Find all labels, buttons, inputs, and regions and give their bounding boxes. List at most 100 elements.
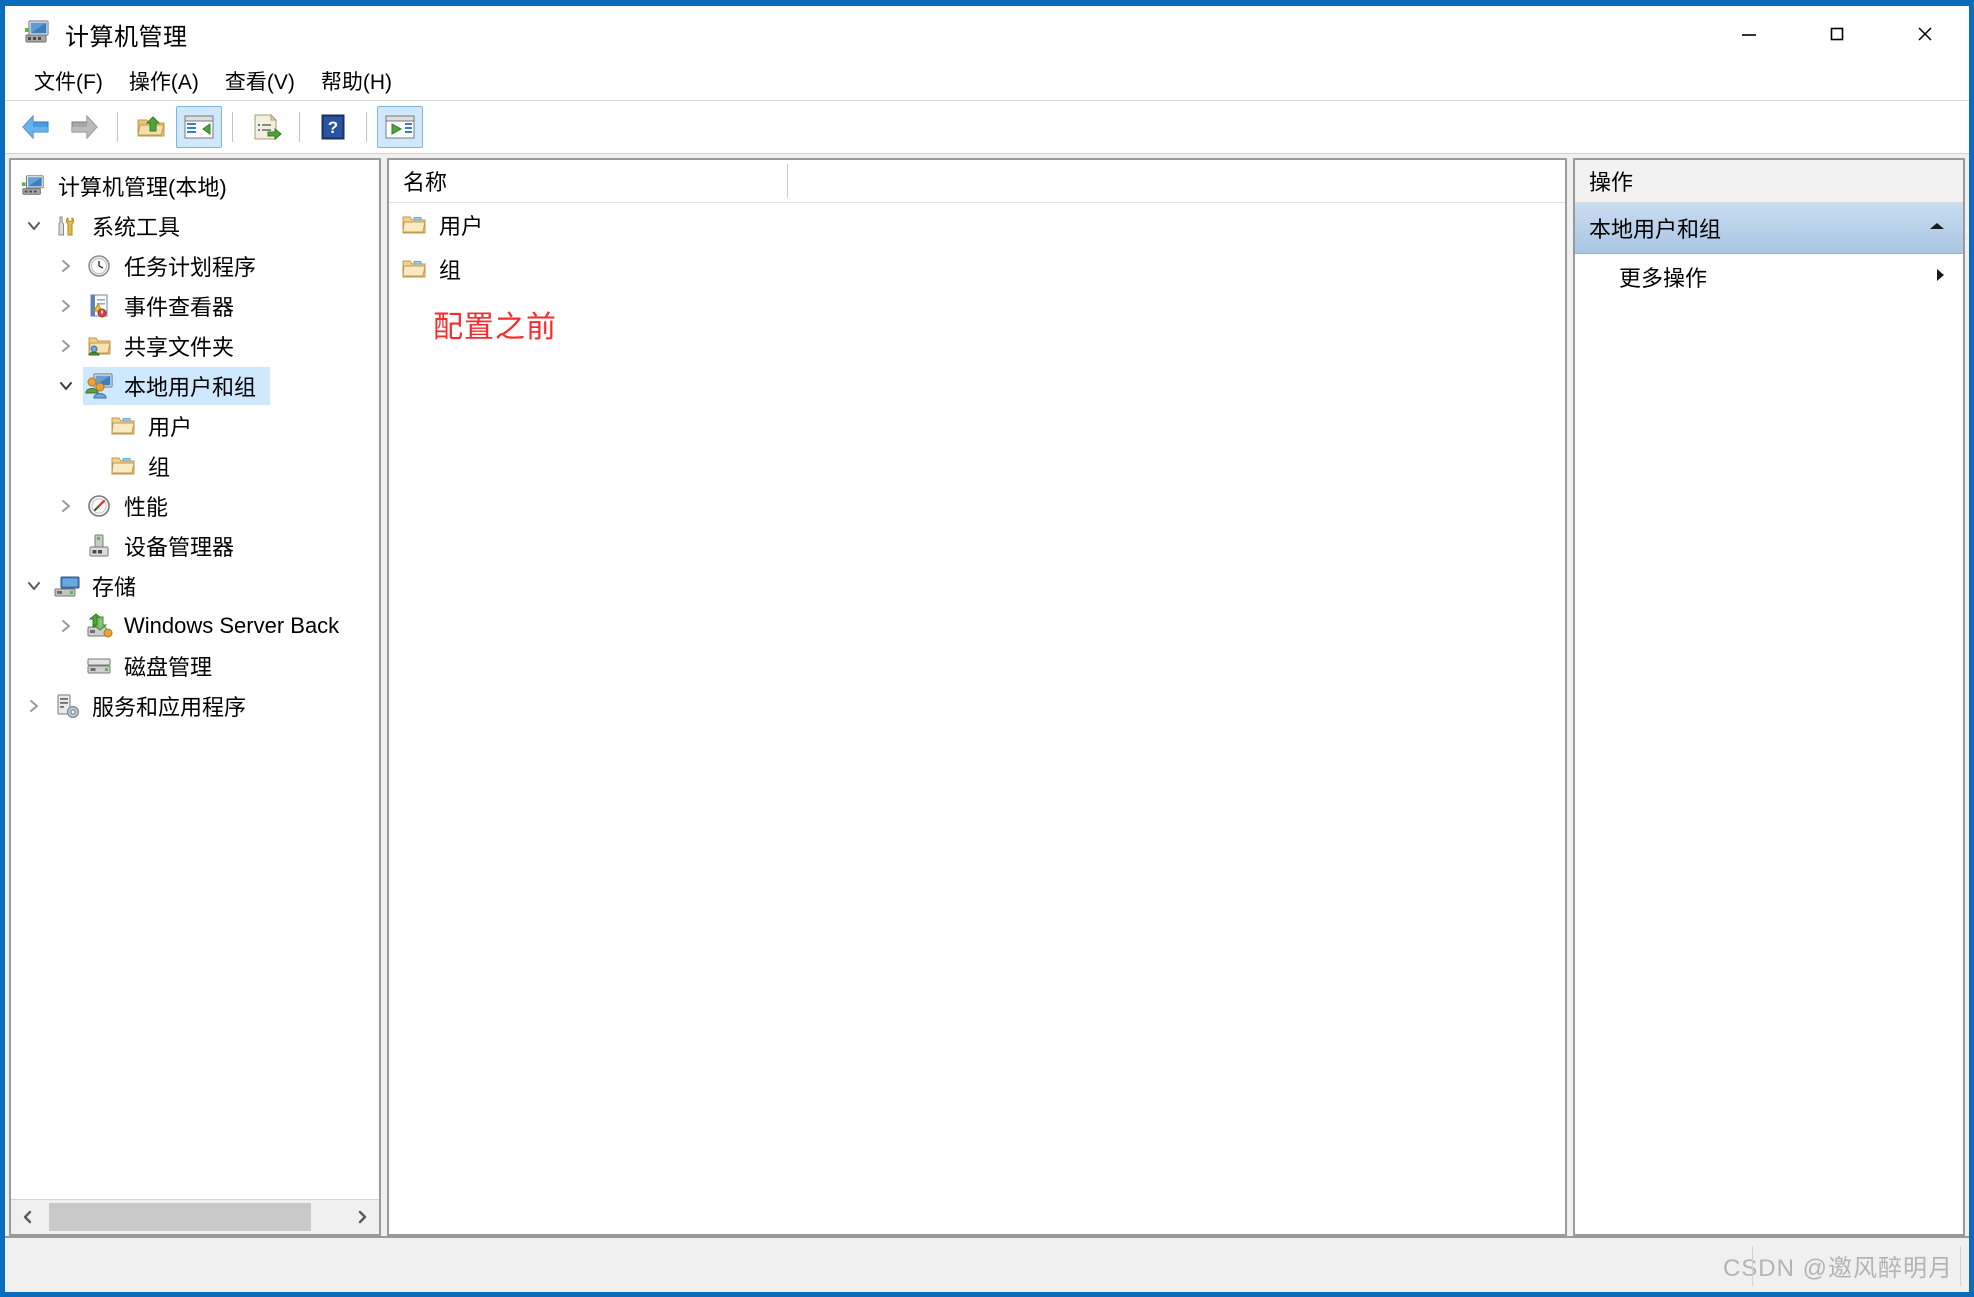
toolbar-separator bbox=[366, 112, 367, 142]
menu-file[interactable]: 文件(F) bbox=[21, 63, 116, 99]
svg-text:?: ? bbox=[328, 118, 338, 137]
computer-management-icon bbox=[17, 171, 49, 201]
tree-item-services-and-applications[interactable]: 服务和应用程序 bbox=[11, 686, 379, 726]
watermark-text: CSDN @邀风醉明月 bbox=[1722, 1254, 1953, 1282]
toolbar: ? bbox=[5, 101, 1969, 154]
tree-item-disk-management[interactable]: 磁盘管理 bbox=[11, 646, 379, 686]
folder-icon bbox=[401, 214, 427, 236]
scrollbar-thumb[interactable] bbox=[49, 1203, 311, 1231]
help-button[interactable]: ? bbox=[310, 106, 356, 148]
computer-management-window: 计算机管理 文件(F) 操作(A) 查看(V) 帮助(H) ? 计算机管理(本地… bbox=[0, 0, 1974, 1297]
device-manager-icon bbox=[83, 531, 115, 561]
export-list-button[interactable] bbox=[243, 106, 289, 148]
menu-view[interactable]: 查看(V) bbox=[212, 63, 308, 99]
actions-pane: 操作 本地用户和组 更多操作 bbox=[1573, 158, 1965, 1236]
console-tree: 计算机管理(本地) 系统工具 任务计划程序 事件查看器 共享文件夹 本地用户和组… bbox=[11, 160, 379, 1199]
chevron-right-icon[interactable] bbox=[1933, 266, 1947, 289]
folder-icon bbox=[107, 451, 139, 481]
show-hide-console-tree-button[interactable] bbox=[176, 106, 222, 148]
tree-item-label: 本地用户和组 bbox=[124, 375, 257, 400]
forward-button[interactable] bbox=[61, 106, 107, 148]
action-more-actions[interactable]: 更多操作 bbox=[1575, 254, 1963, 300]
list-item[interactable]: 组 bbox=[389, 247, 1565, 291]
tree-item-storage[interactable]: 存储 bbox=[11, 566, 379, 606]
tree-item-label: 任务计划程序 bbox=[124, 255, 257, 280]
tree-item-task-scheduler[interactable]: 任务计划程序 bbox=[11, 246, 379, 286]
chevron-right-icon[interactable] bbox=[49, 497, 83, 515]
tree-item-label: 设备管理器 bbox=[124, 535, 235, 560]
action-item-label: 更多操作 bbox=[1619, 266, 1708, 291]
scroll-left-button[interactable] bbox=[11, 1201, 45, 1233]
chevron-right-icon[interactable] bbox=[49, 297, 83, 315]
scrollbar-track[interactable] bbox=[45, 1201, 345, 1233]
scroll-right-button[interactable] bbox=[345, 1201, 379, 1233]
details-pane: 名称 用户 组 配置之前 bbox=[387, 158, 1567, 1236]
minimize-button[interactable] bbox=[1705, 6, 1793, 62]
event-viewer-icon bbox=[83, 291, 115, 321]
performance-icon bbox=[83, 491, 115, 521]
tree-item-label: 存储 bbox=[92, 575, 137, 600]
column-name[interactable]: 名称 bbox=[389, 160, 787, 202]
actions-group-local-users-and-groups[interactable]: 本地用户和组 bbox=[1575, 203, 1963, 254]
computer-management-icon bbox=[23, 18, 51, 51]
disk-management-icon bbox=[83, 651, 115, 681]
maximize-button[interactable] bbox=[1793, 6, 1881, 62]
list-item-label: 用户 bbox=[439, 214, 484, 239]
chevron-right-icon[interactable] bbox=[17, 697, 51, 715]
tree-item-label: 事件查看器 bbox=[124, 295, 235, 320]
status-divider bbox=[1960, 1246, 1961, 1286]
window-title: 计算机管理 bbox=[65, 23, 188, 51]
chevron-down-icon[interactable] bbox=[17, 577, 51, 595]
folder-icon bbox=[401, 258, 427, 280]
local-users-groups-icon bbox=[83, 371, 115, 401]
status-divider bbox=[1752, 1246, 1753, 1286]
chevron-down-icon[interactable] bbox=[17, 217, 51, 235]
back-button[interactable] bbox=[13, 106, 59, 148]
services-applications-icon bbox=[51, 691, 83, 721]
tree-item-event-viewer[interactable]: 事件查看器 bbox=[11, 286, 379, 326]
tree-item-performance[interactable]: 性能 bbox=[11, 486, 379, 526]
tree-item-label: 共享文件夹 bbox=[124, 335, 235, 360]
window-controls bbox=[1705, 6, 1969, 62]
title-bar: 计算机管理 bbox=[5, 6, 1969, 62]
chevron-right-icon[interactable] bbox=[49, 257, 83, 275]
tree-item-label: Windows Server Back bbox=[124, 613, 340, 638]
actions-pane-title: 操作 bbox=[1575, 160, 1963, 203]
chevron-down-icon[interactable] bbox=[49, 377, 83, 395]
chevron-up-icon[interactable] bbox=[1927, 218, 1947, 238]
menu-help[interactable]: 帮助(H) bbox=[308, 63, 405, 99]
menu-bar: 文件(F) 操作(A) 查看(V) 帮助(H) bbox=[5, 62, 1969, 101]
actions-group-label: 本地用户和组 bbox=[1589, 217, 1722, 242]
folder-icon bbox=[107, 411, 139, 441]
tree-item-label: 组 bbox=[148, 455, 171, 480]
tree-item-windows-server-backup[interactable]: Windows Server Back bbox=[11, 606, 379, 646]
tree-horizontal-scrollbar[interactable] bbox=[11, 1199, 379, 1234]
chevron-right-icon[interactable] bbox=[49, 617, 83, 635]
tree-item-device-manager[interactable]: 设备管理器 bbox=[11, 526, 379, 566]
list-column-header: 名称 bbox=[389, 160, 1565, 203]
tree-item-computer-management[interactable]: 计算机管理(本地) bbox=[11, 166, 379, 206]
tree-item-local-users-and-groups[interactable]: 本地用户和组 bbox=[11, 366, 379, 406]
tree-item-label: 用户 bbox=[148, 415, 193, 440]
windows-server-backup-icon bbox=[83, 611, 115, 641]
show-action-pane-button[interactable] bbox=[377, 106, 423, 148]
storage-icon bbox=[51, 571, 83, 601]
task-scheduler-icon bbox=[83, 251, 115, 281]
list-item[interactable]: 用户 bbox=[389, 203, 1565, 247]
tree-item-label: 性能 bbox=[124, 495, 169, 520]
tree-item-shared-folders[interactable]: 共享文件夹 bbox=[11, 326, 379, 366]
chevron-right-icon[interactable] bbox=[49, 337, 83, 355]
column-divider[interactable] bbox=[787, 164, 788, 198]
up-one-level-button[interactable] bbox=[128, 106, 174, 148]
menu-action[interactable]: 操作(A) bbox=[116, 63, 212, 99]
annotation-text: 配置之前 bbox=[433, 311, 557, 344]
system-tools-icon bbox=[51, 211, 83, 241]
tree-item-label: 计算机管理(本地) bbox=[58, 175, 227, 200]
tree-item-users[interactable]: 用户 bbox=[11, 406, 379, 446]
tree-item-label: 系统工具 bbox=[92, 215, 181, 240]
tree-item-system-tools[interactable]: 系统工具 bbox=[11, 206, 379, 246]
close-button[interactable] bbox=[1881, 6, 1969, 62]
list-item-label: 组 bbox=[439, 258, 462, 283]
tree-item-groups[interactable]: 组 bbox=[11, 446, 379, 486]
console-tree-pane: 计算机管理(本地) 系统工具 任务计划程序 事件查看器 共享文件夹 本地用户和组… bbox=[9, 158, 381, 1236]
